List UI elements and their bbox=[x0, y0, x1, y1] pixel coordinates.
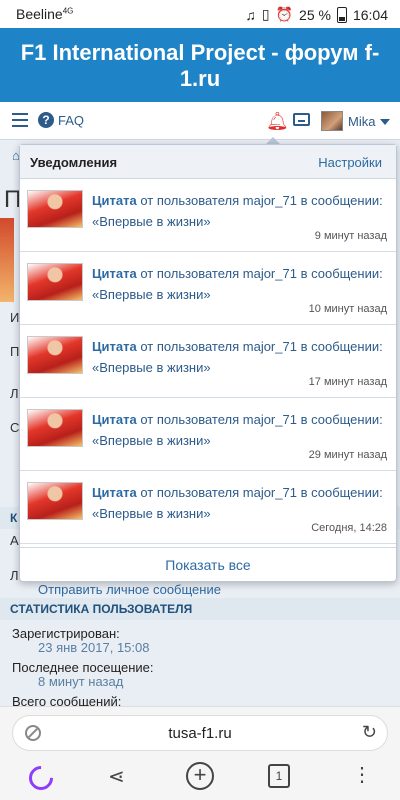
browser-url-bar: tusa-f1.ru ↻ bbox=[0, 706, 400, 756]
notification-text[interactable]: Цитата от пользователя major_71 в сообще… bbox=[92, 190, 388, 232]
username[interactable]: Mika bbox=[348, 114, 375, 129]
notification-item[interactable]: Цитата от пользователя major_71 в сообще… bbox=[20, 179, 396, 252]
notification-text[interactable]: Цитата от пользователя major_71 в сообще… bbox=[92, 409, 388, 451]
faq-link[interactable]: FAQ bbox=[58, 113, 84, 128]
notification-time: 9 минут назад bbox=[314, 230, 387, 242]
carrier-label: Beeline4G bbox=[16, 6, 74, 22]
battery-percent: 25 % bbox=[299, 6, 331, 23]
notification-text[interactable]: Цитата от пользователя major_71 в сообще… bbox=[92, 482, 388, 524]
last-visit-label: Последнее посещение: bbox=[12, 660, 154, 675]
notification-text[interactable]: Цитата от пользователя major_71 в сообще… bbox=[92, 336, 388, 378]
vibrate-icon: ▯ bbox=[261, 6, 270, 22]
forum-title[interactable]: F1 International Project - форум f-1.ru bbox=[16, 40, 384, 92]
contact-field-peek: А bbox=[10, 533, 19, 548]
reload-icon[interactable]: ↻ bbox=[362, 722, 377, 743]
notification-time: 10 минут назад bbox=[308, 303, 387, 315]
menu-icon[interactable] bbox=[12, 113, 28, 127]
notification-text[interactable]: Цитата от пользователя major_71 в сообще… bbox=[92, 263, 388, 305]
send-pm-link[interactable]: Отправить личное сообщение bbox=[38, 582, 221, 597]
notifications-popup: Уведомления Настройки Цитата от пользова… bbox=[19, 144, 397, 582]
profile-field-peek: И bbox=[10, 310, 20, 325]
registered-value: 23 янв 2017, 15:08 bbox=[38, 640, 150, 655]
popup-header: Уведомления Настройки bbox=[20, 145, 396, 179]
forum-header: F1 International Project - форум f-1.ru bbox=[0, 28, 400, 102]
notification-time: 17 минут назад bbox=[308, 376, 387, 388]
headphones-icon: ♫ bbox=[245, 6, 256, 23]
notification-item[interactable]: Цитата от пользователя major_71 в сообще… bbox=[20, 471, 396, 544]
more-icon[interactable]: ⋮ bbox=[352, 762, 372, 787]
notification-item[interactable]: Цитата от пользователя major_71 в сообще… bbox=[20, 252, 396, 325]
notification-item[interactable]: Цитата от пользователя major_71 в сообще… bbox=[20, 325, 396, 398]
alarm-icon: ⏰ bbox=[275, 6, 294, 22]
status-bar: Beeline4G ♫ ▯ ⏰ 25 % 16:04 bbox=[0, 0, 400, 28]
nav-bar: ? FAQ 🔔︎ Mika bbox=[0, 102, 400, 140]
url-field[interactable]: tusa-f1.ru ↻ bbox=[12, 715, 388, 751]
clock: 16:04 bbox=[352, 6, 388, 23]
tabs-button[interactable]: 1 bbox=[268, 764, 290, 788]
notification-avatar bbox=[27, 336, 83, 374]
inbox-icon[interactable] bbox=[293, 113, 310, 126]
avatar[interactable] bbox=[321, 111, 343, 131]
assistant-icon[interactable] bbox=[26, 762, 52, 790]
status-icons: ♫ ▯ ⏰ 25 % 16:04 bbox=[245, 6, 388, 23]
chevron-down-icon[interactable] bbox=[380, 119, 390, 125]
registered-label: Зарегистрирован: bbox=[12, 626, 120, 641]
popup-title: Уведомления bbox=[30, 155, 118, 170]
battery-icon bbox=[336, 6, 347, 23]
contact-field-peek: Л bbox=[10, 568, 19, 583]
notification-time: Сегодня, 14:28 bbox=[311, 522, 387, 534]
share-icon[interactable]: ⋖ bbox=[108, 764, 125, 789]
notification-time: 29 минут назад bbox=[308, 449, 387, 461]
notification-avatar bbox=[27, 263, 83, 301]
url-text[interactable]: tusa-f1.ru bbox=[13, 725, 387, 742]
last-visit-value: 8 минут назад bbox=[38, 674, 124, 689]
notification-settings-link[interactable]: Настройки bbox=[318, 155, 382, 170]
stats-section-header: Статистика пользователя bbox=[0, 598, 400, 620]
notification-avatar bbox=[27, 409, 83, 447]
new-tab-icon[interactable]: + bbox=[186, 762, 214, 790]
show-all-button[interactable]: Показать все bbox=[20, 547, 396, 581]
bell-icon[interactable]: 🔔︎ bbox=[266, 111, 289, 132]
notification-item[interactable]: Цитата от пользователя major_71 в сообще… bbox=[20, 398, 396, 471]
notification-avatar bbox=[27, 482, 83, 520]
profile-field-peek: П bbox=[10, 344, 20, 359]
profile-photo-peek bbox=[0, 218, 14, 302]
help-circle-icon[interactable]: ? bbox=[38, 112, 54, 128]
profile-field-peek: С bbox=[10, 420, 20, 435]
notification-avatar bbox=[27, 190, 83, 228]
browser-toolbar: ⋖ + 1 ⋮ bbox=[0, 756, 400, 800]
profile-field-peek: Л bbox=[10, 386, 19, 401]
